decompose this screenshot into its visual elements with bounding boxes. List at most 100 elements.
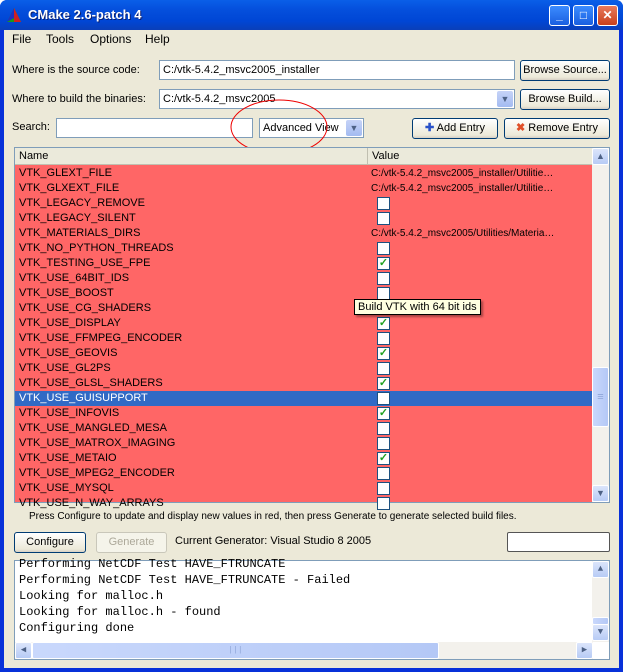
close-button[interactable]: ✕ [597,5,618,26]
row-checkbox[interactable] [377,212,390,225]
table-row[interactable]: VTK_GLEXT_FILE C:/vtk-5.4.2_msvc2005_inst… [15,166,593,181]
log-scroll-down-button[interactable]: ▼ [592,624,609,641]
add-entry-button[interactable]: ✚ Add Entry [412,118,498,139]
browse-build-button[interactable]: Browse Build... [520,89,610,110]
remove-entry-button[interactable]: ✖ Remove Entry [504,118,610,139]
row-checkbox[interactable] [377,392,390,405]
scroll-down-button[interactable]: ▼ [592,485,609,502]
row-checkbox[interactable]: ✓ [377,377,390,390]
remove-x-icon: ✖ [516,122,526,134]
header-name[interactable]: Name [19,150,48,162]
row-checkbox[interactable] [377,422,390,435]
table-row[interactable]: VTK_USE_CG_SHADERS [15,301,593,316]
row-name: VTK_USE_GEOVIS [19,347,118,359]
row-checkbox[interactable]: ✓ [377,407,390,420]
output-log[interactable]: Performing NetCDF Test HAVE_FTRUNCATE Per… [14,557,610,660]
browse-source-button[interactable]: Browse Source... [520,60,610,81]
row-name: VTK_MATERIALS_DIRS [19,227,141,239]
menu-help[interactable]: Help [145,32,170,46]
table-row[interactable]: VTK_USE_MYSQL [15,481,593,496]
row-checkbox[interactable] [377,362,390,375]
remove-entry-label: Remove Entry [528,122,598,134]
title-bar[interactable]: CMake 2.6-patch 4 _ □ ✕ [0,0,623,30]
table-vscrollbar[interactable]: ▲ ≡ ▼ [592,148,609,502]
row-name: VTK_GLXEXT_FILE [19,182,120,194]
plus-icon: ✚ [425,122,435,134]
row-checkbox[interactable] [377,437,390,450]
menu-file[interactable]: File [12,32,31,46]
table-row[interactable]: VTK_USE_METAIO ✓ [15,451,593,466]
row-name: VTK_USE_GL2PS [19,362,111,374]
log-scroll-up-button[interactable]: ▲ [592,561,609,578]
minimize-button[interactable]: _ [549,5,570,26]
row-value[interactable]: C:/vtk-5.4.2_msvc2005/Utilities/Materia… [371,226,554,241]
build-combobox[interactable]: C:/vtk-5.4.2_msvc2005 ▼ [159,89,515,109]
table-row[interactable]: VTK_NO_PYTHON_THREADS [15,241,593,256]
table-row[interactable]: VTK_LEGACY_REMOVE [15,196,593,211]
row-name: VTK_USE_FFMPEG_ENCODER [19,332,183,344]
build-label: Where to build the binaries: [12,93,146,105]
scroll-thumb[interactable]: ≡ [592,367,609,427]
table-row[interactable]: VTK_USE_GEOVIS ✓ [15,346,593,361]
table-row[interactable]: VTK_USE_GLSL_SHADERS ✓ [15,376,593,391]
log-line: Performing NetCDF Test HAVE_FTRUNCATE [19,557,286,571]
row-checkbox[interactable] [377,332,390,345]
configure-button[interactable]: Configure [14,532,86,553]
table-row[interactable]: VTK_USE_GL2PS [15,361,593,376]
current-generator: Current Generator: Visual Studio 8 2005 [175,535,372,547]
row-checkbox[interactable]: ✓ [377,347,390,360]
row-checkbox[interactable] [377,242,390,255]
row-name: VTK_USE_64BIT_IDS [19,272,130,284]
table-row[interactable]: VTK_TESTING_USE_FPE ✓ [15,256,593,271]
table-row[interactable]: VTK_USE_FFMPEG_ENCODER [15,331,593,346]
row-value[interactable]: C:/vtk-5.4.2_msvc2005_installer/Utilitie… [371,166,553,181]
maximize-button[interactable]: □ [573,5,594,26]
row-checkbox[interactable] [377,467,390,480]
table-row[interactable]: VTK_USE_BOOST [15,286,593,301]
chevron-down-icon[interactable]: ▼ [497,91,513,107]
scroll-left-button[interactable]: ◀ [15,642,32,659]
table-row[interactable]: VTK_USE_INFOVIS ✓ [15,406,593,421]
row-checkbox[interactable]: ✓ [377,452,390,465]
row-name: VTK_USE_CG_SHADERS [19,302,152,314]
table-row[interactable]: VTK_USE_DISPLAY ✓ [15,316,593,331]
row-name: VTK_USE_DISPLAY [19,317,121,329]
search-input[interactable] [56,118,253,138]
client-area: File Tools Options Help Where is the sou… [4,30,619,668]
row-checkbox[interactable] [377,482,390,495]
table-row[interactable]: VTK_GLXEXT_FILE C:/vtk-5.4.2_msvc2005_ins… [15,181,593,196]
row-checkbox[interactable]: ✓ [377,317,390,330]
row-name: VTK_USE_INFOVIS [19,407,120,419]
row-checkbox[interactable]: ✓ [377,257,390,270]
menu-tools[interactable]: Tools [46,32,74,46]
table-row[interactable]: VTK_MATERIALS_DIRS C:/vtk-5.4.2_msvc2005/… [15,226,593,241]
table-row[interactable]: VTK_USE_64BIT_IDS [15,271,593,286]
scroll-up-button[interactable]: ▲ [592,148,609,165]
log-hscrollbar[interactable]: ◀ ||| ▶ [15,642,593,659]
scroll-right-button[interactable]: ▶ [576,642,593,659]
table-row[interactable]: VTK_USE_MATROX_IMAGING [15,436,593,451]
header-value[interactable]: Value [367,148,403,165]
row-name: VTK_USE_GUISUPPORT [19,392,148,404]
log-hscroll-thumb[interactable]: ||| [32,642,439,659]
source-input[interactable]: C:/vtk-5.4.2_msvc2005_installer [159,60,515,80]
table-row[interactable]: VTK_USE_MPEG2_ENCODER [15,466,593,481]
row-name: VTK_USE_BOOST [19,287,114,299]
table-row[interactable]: VTK_USE_MANGLED_MESA [15,421,593,436]
row-checkbox[interactable] [377,197,390,210]
table-row[interactable]: VTK_USE_N_WAY_ARRAYS [15,496,593,511]
table-row[interactable]: VTK_USE_GUISUPPORT [15,391,593,406]
generate-button[interactable]: Generate [96,532,167,553]
row-value[interactable]: C:/vtk-5.4.2_msvc2005_installer/Utilitie… [371,181,553,196]
row-name: VTK_LEGACY_SILENT [19,212,136,224]
menu-options[interactable]: Options [90,32,131,46]
log-line: Configuring done [19,621,135,635]
table-row[interactable]: VTK_LEGACY_SILENT [15,211,593,226]
chevron-down-icon[interactable]: ▼ [346,120,362,136]
row-checkbox[interactable] [377,272,390,285]
row-name: VTK_USE_N_WAY_ARRAYS [19,497,164,509]
row-checkbox[interactable] [377,497,390,510]
log-vscrollbar[interactable]: ▲ ▼ [592,561,609,642]
cache-table: Name Value VTK_GLEXT_FILE C:/vtk-5.4.2_ms… [14,147,610,510]
search-label: Search: [12,121,50,133]
